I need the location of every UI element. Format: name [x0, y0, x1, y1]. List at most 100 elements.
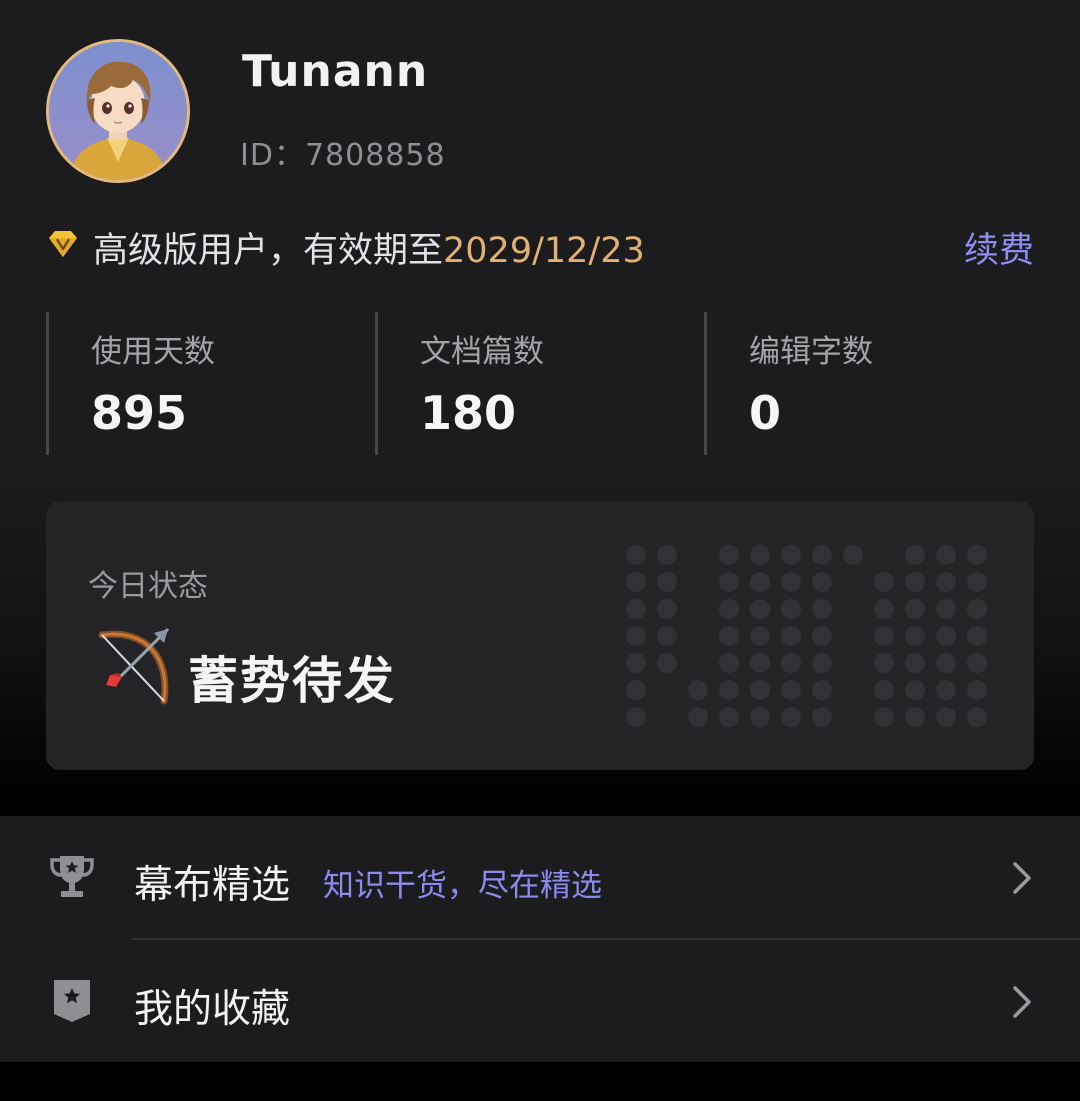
matrix-dot [750, 626, 770, 646]
matrix-dot [626, 572, 646, 592]
username: Tunann [242, 46, 429, 97]
matrix-dot [874, 680, 894, 700]
matrix-dot [750, 680, 770, 700]
matrix-dot [936, 653, 956, 673]
membership-label: 高级版用户，有效期至 [93, 231, 444, 271]
matrix-dot [874, 653, 894, 673]
matrix-dot [719, 599, 739, 619]
trophy-icon [50, 856, 94, 897]
menu-item-featured[interactable]: 幕布精选 知识干货，尽在精选 [0, 816, 1080, 940]
user-id: ID：7808858 [240, 138, 446, 173]
matrix-dot [719, 707, 739, 727]
stat-label: 使用天数 [91, 334, 215, 370]
bookmark-star-icon [54, 980, 90, 1022]
matrix-dot [812, 599, 832, 619]
matrix-dot [905, 599, 925, 619]
stat-doc-count: 文档篇数 180 [375, 312, 678, 455]
matrix-dot [750, 653, 770, 673]
stats-row: 使用天数 895 文档篇数 180 编辑字数 0 [46, 312, 1034, 455]
matrix-dot [688, 680, 708, 700]
matrix-dot [812, 545, 832, 565]
menu-item-favorites[interactable]: 我的收藏 [0, 940, 1080, 1062]
matrix-dot [750, 707, 770, 727]
matrix-dot [905, 626, 925, 646]
renew-button[interactable]: 续费 [964, 222, 1034, 273]
matrix-dot [874, 707, 894, 727]
stat-label: 文档篇数 [420, 334, 544, 370]
dot-matrix-decoration [626, 545, 987, 727]
matrix-dot [812, 680, 832, 700]
matrix-dot [750, 545, 770, 565]
matrix-dot [874, 572, 894, 592]
matrix-dot [936, 680, 956, 700]
matrix-dot [626, 680, 646, 700]
avatar-image [49, 42, 187, 180]
matrix-dot [843, 545, 863, 565]
matrix-dot [626, 653, 646, 673]
today-status-label: 今日状态 [88, 569, 208, 604]
matrix-dot [719, 680, 739, 700]
matrix-dot [967, 545, 987, 565]
bow-and-arrow-emoji [98, 627, 170, 705]
membership-text: 高级版用户，有效期至2029/12/23 [93, 222, 645, 273]
menu-item-title: 幕布精选 [134, 863, 291, 908]
matrix-dot [905, 572, 925, 592]
matrix-dot [750, 572, 770, 592]
profile-header: Tunann ID：7808858 高级版用户，有效期至2029/12/23 续… [0, 0, 1080, 815]
matrix-dot [936, 707, 956, 727]
menu-item-title: 我的收藏 [134, 987, 291, 1032]
matrix-dot [657, 653, 677, 673]
matrix-dot [967, 680, 987, 700]
matrix-dot [657, 599, 677, 619]
menu-item-subtitle: 知识干货，尽在精选 [323, 868, 602, 904]
matrix-dot [719, 545, 739, 565]
matrix-dot [812, 572, 832, 592]
membership-row: 高级版用户，有效期至2029/12/23 续费 [46, 220, 1034, 273]
matrix-dot [781, 572, 801, 592]
matrix-dot [967, 572, 987, 592]
matrix-dot [936, 572, 956, 592]
matrix-dot [967, 626, 987, 646]
matrix-dot [905, 707, 925, 727]
stat-value: 0 [749, 386, 782, 440]
stat-value: 180 [420, 386, 517, 440]
matrix-dot [719, 653, 739, 673]
matrix-dot [812, 653, 832, 673]
matrix-dot [626, 707, 646, 727]
stat-words-edited: 编辑字数 0 [704, 312, 1007, 455]
avatar[interactable] [46, 39, 190, 183]
today-status-card[interactable]: 今日状态 蓄势待发 [46, 501, 1034, 770]
matrix-dot [967, 653, 987, 673]
stat-days-used: 使用天数 895 [46, 312, 349, 455]
matrix-dot [688, 707, 708, 727]
matrix-dot [750, 599, 770, 619]
matrix-dot [626, 599, 646, 619]
matrix-dot [657, 572, 677, 592]
matrix-dot [781, 599, 801, 619]
matrix-dot [874, 599, 894, 619]
matrix-dot [905, 653, 925, 673]
chevron-right-icon [1013, 986, 1031, 1018]
matrix-dot [936, 599, 956, 619]
matrix-dot [626, 626, 646, 646]
matrix-dot [657, 545, 677, 565]
matrix-dot [781, 626, 801, 646]
matrix-dot [781, 680, 801, 700]
matrix-dot [905, 545, 925, 565]
matrix-dot [905, 680, 925, 700]
matrix-dot [657, 626, 677, 646]
matrix-dot [719, 626, 739, 646]
diamond-v-icon [49, 231, 77, 257]
today-status-value: 蓄势待发 [188, 652, 396, 710]
matrix-dot [781, 545, 801, 565]
matrix-dot [626, 545, 646, 565]
membership-expiry-date: 2029/12/23 [443, 231, 645, 271]
matrix-dot [936, 626, 956, 646]
menu-list: 幕布精选 知识干货，尽在精选 我的收藏 [0, 816, 1080, 1062]
matrix-dot [874, 626, 894, 646]
matrix-dot [967, 599, 987, 619]
matrix-dot [812, 626, 832, 646]
matrix-dot [781, 653, 801, 673]
matrix-dot [967, 707, 987, 727]
matrix-dot [781, 707, 801, 727]
